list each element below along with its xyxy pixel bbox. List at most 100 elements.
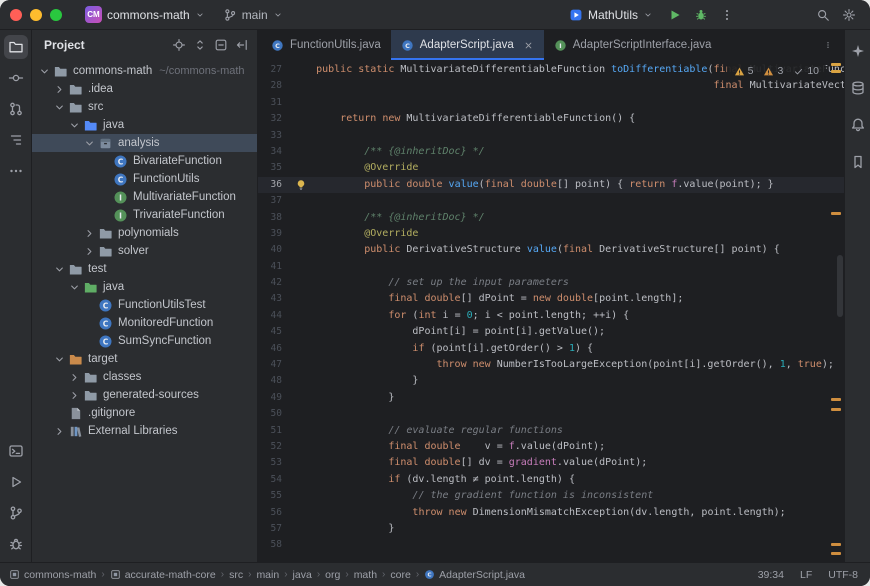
tool-button-run[interactable] <box>4 470 28 494</box>
code-line[interactable]: 58 <box>258 537 844 553</box>
stripe-mark[interactable] <box>831 63 841 66</box>
chevron-down-icon[interactable] <box>53 263 66 276</box>
expand-collapse-icon[interactable] <box>193 38 207 52</box>
settings-button[interactable] <box>838 4 860 26</box>
more-actions-button[interactable] <box>716 4 738 26</box>
tree-item-src[interactable]: src <box>32 98 257 116</box>
tab-adapterscriptinterface-java[interactable]: I AdapterScriptInterface.java <box>544 30 722 60</box>
run-button[interactable] <box>664 4 686 26</box>
tab-options-button[interactable] <box>818 35 838 55</box>
stripe-mark[interactable] <box>831 398 841 401</box>
code-line[interactable]: 56 throw new DimensionMismatchException(… <box>258 505 844 521</box>
code-line[interactable]: 42 // set up the input parameters <box>258 275 844 291</box>
code-line[interactable]: 43 final double[] dPoint = new double[po… <box>258 291 844 307</box>
code-editor[interactable]: 27 public static MultivariateDifferentia… <box>258 60 844 562</box>
breadcrumb-adapterscript-java[interactable]: C AdapterScript.java <box>424 569 525 581</box>
code-line[interactable]: 46 if (point[i].getOrder() > 1) { <box>258 341 844 357</box>
tool-button-structure[interactable] <box>4 128 28 152</box>
chevron-right-icon[interactable] <box>53 425 66 438</box>
stripe-mark[interactable] <box>831 212 841 215</box>
tree-item-test[interactable]: test <box>32 260 257 278</box>
tree-item-idea[interactable]: .idea <box>32 80 257 98</box>
debug-button[interactable] <box>690 4 712 26</box>
code-line[interactable]: 39 @Override <box>258 226 844 242</box>
collapse-all-icon[interactable] <box>214 38 228 52</box>
code-line[interactable]: 44 for (int i = 0; i < point.length; ++i… <box>258 308 844 324</box>
tree-item-monitoredfunction[interactable]: C MonitoredFunction <box>32 314 257 332</box>
search-everywhere-button[interactable] <box>812 4 834 26</box>
minimize-window-button[interactable] <box>30 8 42 21</box>
tree-item-java[interactable]: java <box>32 116 257 134</box>
tree-item-solver[interactable]: solver <box>32 242 257 260</box>
tree-item-bivariatefunction[interactable]: C BivariateFunction <box>32 152 257 170</box>
breadcrumb-org[interactable]: org <box>325 569 340 581</box>
project-widget[interactable]: CM commons-math <box>78 3 212 26</box>
line-separator[interactable]: LF <box>800 569 812 581</box>
code-line[interactable]: 51 // evaluate regular functions <box>258 423 844 439</box>
code-line[interactable]: 49 } <box>258 390 844 406</box>
tree-item-generated-sources[interactable]: generated-sources <box>32 386 257 404</box>
chevron-down-icon[interactable] <box>68 119 81 132</box>
code-line[interactable]: 41 <box>258 259 844 275</box>
breadcrumb-core[interactable]: core <box>390 569 410 581</box>
vcs-branch-widget[interactable]: main <box>216 5 290 25</box>
code-line[interactable]: 48 } <box>258 373 844 389</box>
code-line[interactable]: 31 <box>258 95 844 111</box>
tree-item-commons-math[interactable]: commons-math ~/commons-math <box>32 62 257 80</box>
code-line[interactable]: 47 throw new NumberIsTooLargeException(p… <box>258 357 844 373</box>
close-window-button[interactable] <box>10 8 22 21</box>
code-line[interactable]: 28 final MultivariateVectorFunction grad… <box>258 78 844 94</box>
tree-item-polynomials[interactable]: polynomials <box>32 224 257 242</box>
tree-item-functionutils[interactable]: C FunctionUtils <box>32 170 257 188</box>
file-encoding[interactable]: UTF-8 <box>828 569 858 581</box>
caret-position[interactable]: 39:34 <box>758 569 784 581</box>
tree-item-multivariatefunction[interactable]: I MultivariateFunction <box>32 188 257 206</box>
select-opened-file-icon[interactable] <box>172 38 186 52</box>
stripe-mark[interactable] <box>831 552 841 555</box>
tool-button-bookmarks[interactable] <box>847 151 869 173</box>
tool-button-debug[interactable] <box>4 532 28 556</box>
inspections-widget[interactable]: 5 3 10 <box>726 63 826 79</box>
breadcrumb-main[interactable]: main <box>256 569 279 581</box>
tree-item-trivariatefunction[interactable]: I TrivariateFunction <box>32 206 257 224</box>
scrollbar-thumb[interactable] <box>837 255 843 317</box>
code-line[interactable]: 34 /** {@inheritDoc} */ <box>258 144 844 160</box>
tool-button-version-control[interactable] <box>4 501 28 525</box>
breadcrumb-math[interactable]: math <box>354 569 377 581</box>
code-line[interactable]: 45 dPoint[i] = point[i].getValue(); <box>258 324 844 340</box>
tool-button-commit[interactable] <box>4 66 28 90</box>
tool-button-project[interactable] <box>3 35 28 59</box>
chevron-right-icon[interactable] <box>83 227 96 240</box>
tool-button-pull-requests[interactable] <box>4 97 28 121</box>
close-tab-icon[interactable] <box>523 40 534 51</box>
chevron-down-icon[interactable] <box>53 353 66 366</box>
run-configuration-widget[interactable]: MathUtils <box>562 5 660 25</box>
chevron-right-icon[interactable] <box>68 371 81 384</box>
tree-item-classes[interactable]: classes <box>32 368 257 386</box>
tree-item-target[interactable]: target <box>32 350 257 368</box>
code-line[interactable]: 38 /** {@inheritDoc} */ <box>258 210 844 226</box>
tool-button-ai-assistant[interactable] <box>847 40 869 62</box>
stripe-mark[interactable] <box>831 543 841 546</box>
code-line[interactable]: 35 @Override <box>258 160 844 176</box>
tree-item-analysis[interactable]: analysis <box>32 134 257 152</box>
code-line[interactable]: 50 <box>258 406 844 422</box>
code-line[interactable]: 37 <box>258 193 844 209</box>
chevron-right-icon[interactable] <box>53 83 66 96</box>
tool-button-database[interactable] <box>847 77 869 99</box>
stripe-mark[interactable] <box>831 408 841 411</box>
chevron-down-icon[interactable] <box>68 281 81 294</box>
code-line[interactable]: 33 <box>258 128 844 144</box>
inspection-weak[interactable]: 10 <box>793 65 819 77</box>
tree-item-java[interactable]: java <box>32 278 257 296</box>
code-line[interactable]: 32 return new MultivariateDifferentiable… <box>258 111 844 127</box>
breadcrumb-accurate-math-core[interactable]: accurate-math-core <box>110 569 216 581</box>
code-line[interactable]: 40 public DerivativeStructure value(fina… <box>258 242 844 258</box>
chevron-down-icon[interactable] <box>53 101 66 114</box>
chevron-right-icon[interactable] <box>83 245 96 258</box>
code-line[interactable]: 57 } <box>258 521 844 537</box>
code-line-current[interactable]: 36 public double value(final double[] po… <box>258 176 844 194</box>
tree-item-gitignore[interactable]: .gitignore <box>32 404 257 422</box>
hide-panel-icon[interactable] <box>235 38 249 52</box>
tab-functionutils-java[interactable]: C FunctionUtils.java <box>261 30 391 60</box>
